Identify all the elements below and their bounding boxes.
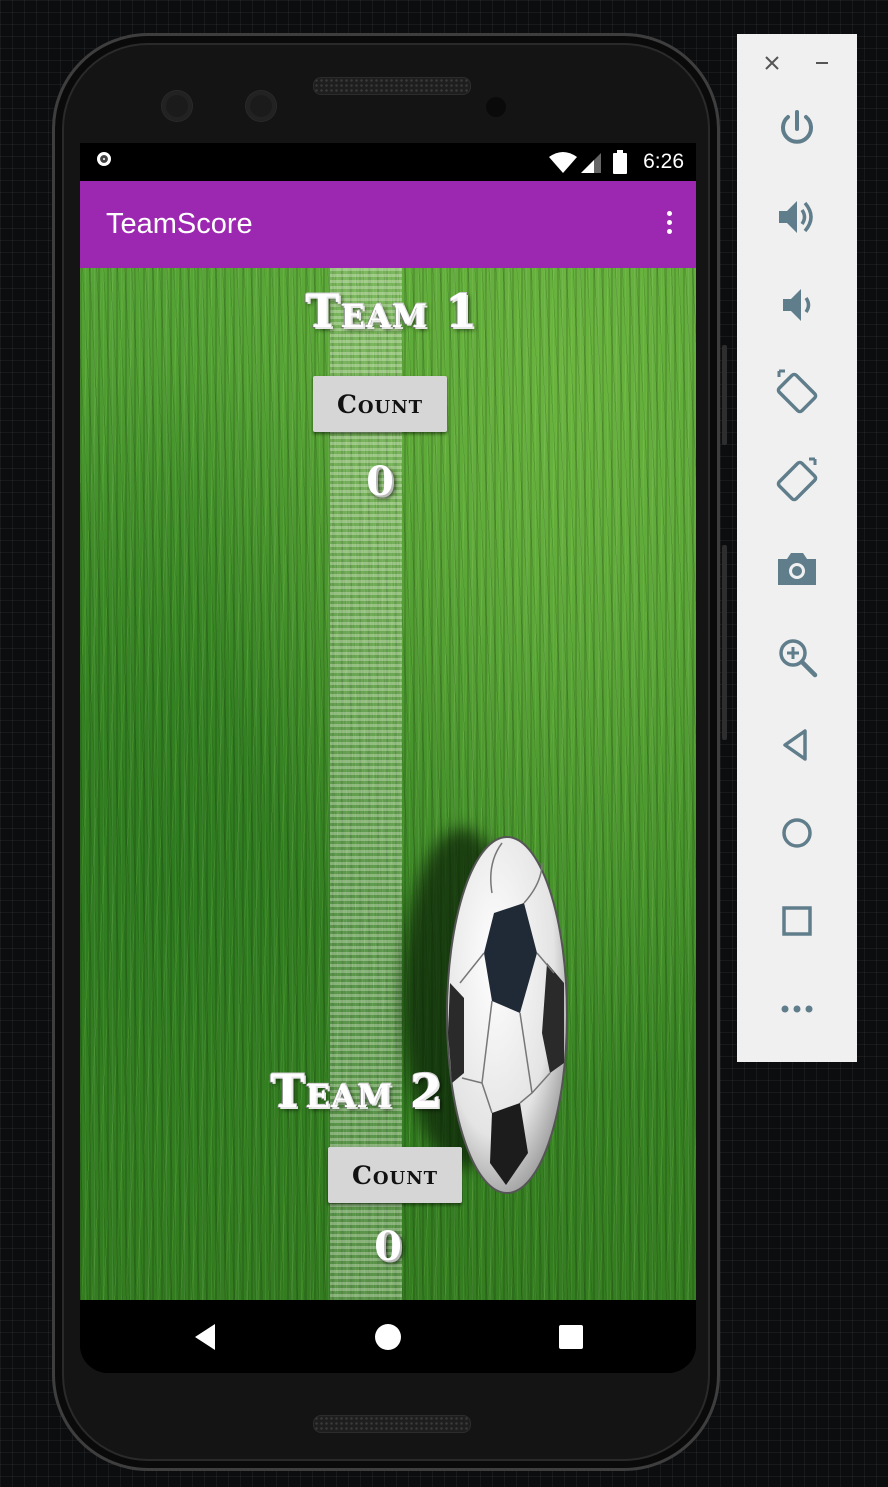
team-2-score: 0 — [374, 1223, 402, 1270]
overview-icon — [782, 906, 812, 936]
team-1-count-button[interactable]: Count — [313, 376, 447, 432]
power-icon — [781, 110, 813, 144]
navigation-bar — [80, 1300, 696, 1373]
device-screen: 6:26 TeamScore Team 1 Count 0 Team 2 Cou… — [80, 143, 696, 1373]
volume-down-button[interactable] — [773, 281, 821, 329]
bottom-speaker — [313, 1415, 471, 1433]
power-side-button[interactable] — [722, 345, 727, 445]
emulator-side-panel — [737, 34, 857, 1062]
notification-icon — [97, 152, 111, 166]
volume-down-icon — [783, 289, 811, 321]
front-camera — [486, 97, 506, 117]
close-icon[interactable] — [763, 54, 781, 72]
team-1-score: 0 — [366, 458, 394, 505]
home-icon[interactable] — [371, 1320, 405, 1354]
volume-up-icon — [779, 201, 813, 233]
back-icon — [783, 729, 807, 761]
minimize-icon[interactable] — [813, 54, 831, 72]
team-2-title: Team 2 — [270, 1064, 443, 1118]
zoom-icon — [779, 639, 818, 678]
overflow-menu-icon[interactable] — [664, 211, 674, 239]
volume-up-button[interactable] — [773, 193, 821, 241]
rotate-right-icon — [776, 457, 818, 502]
grass-background: Team 1 Count 0 Team 2 Count 0 — [80, 268, 696, 1300]
camera-button[interactable] — [773, 545, 821, 593]
power-button[interactable] — [773, 105, 821, 153]
zoom-button[interactable] — [773, 633, 821, 681]
volume-side-button[interactable] — [722, 545, 727, 740]
back-icon[interactable] — [189, 1320, 223, 1354]
status-bar: 6:26 — [80, 143, 696, 181]
camera-icon — [778, 553, 816, 585]
home-button[interactable] — [773, 809, 821, 857]
rotate-left-button[interactable] — [773, 369, 821, 417]
app-title: TeamScore — [106, 208, 253, 240]
recents-icon[interactable] — [554, 1320, 588, 1354]
soccer-ball-icon — [446, 836, 568, 1194]
more-icon — [781, 1005, 813, 1013]
wifi-icon — [549, 152, 577, 173]
cell-signal-icon — [581, 153, 601, 173]
home-icon — [782, 818, 812, 848]
status-time: 6:26 — [643, 150, 684, 173]
front-sensor-left — [162, 91, 192, 121]
back-button[interactable] — [773, 721, 821, 769]
team-1-title: Team 1 — [305, 284, 478, 338]
rotate-right-button[interactable] — [773, 457, 821, 505]
overview-button[interactable] — [773, 897, 821, 945]
battery-icon — [613, 150, 627, 174]
rotate-left-icon — [776, 369, 818, 414]
more-button[interactable] — [773, 985, 821, 1033]
team-2-count-button[interactable]: Count — [328, 1147, 462, 1203]
front-sensor-right — [246, 91, 276, 121]
top-speaker — [313, 77, 471, 95]
app-bar: TeamScore — [80, 181, 696, 268]
